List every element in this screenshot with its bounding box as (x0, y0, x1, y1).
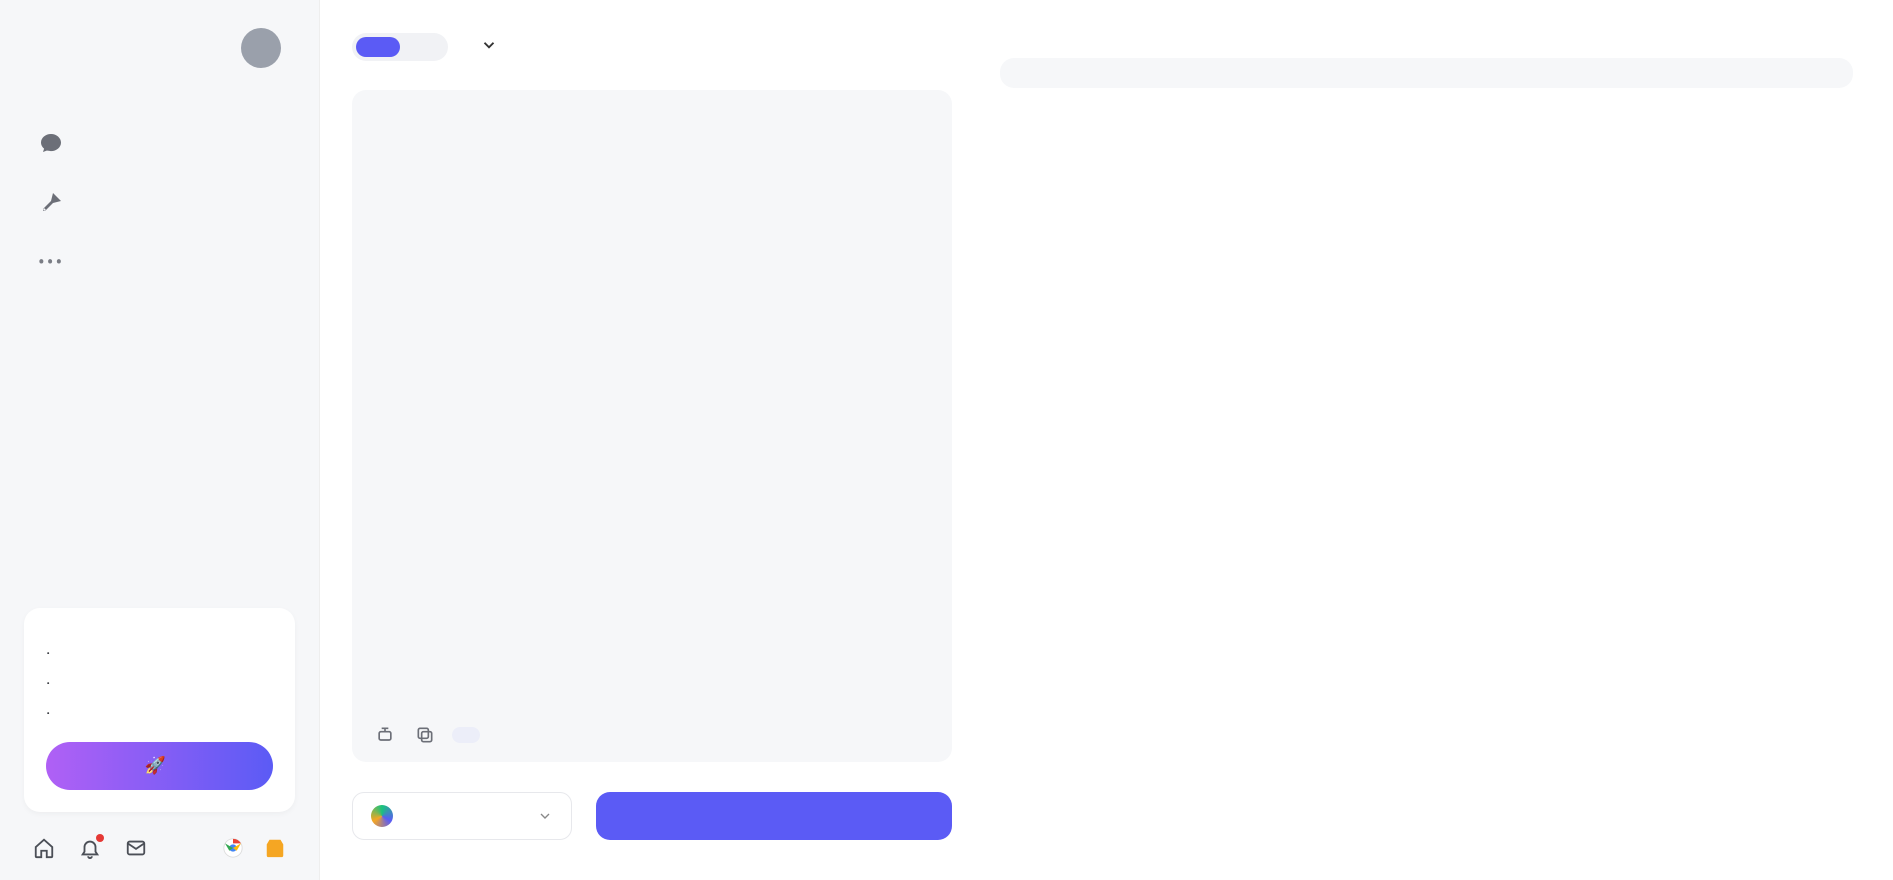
main-area (320, 0, 1893, 880)
chrome-icon[interactable] (221, 836, 245, 860)
sidebar-item-more[interactable]: ••• (24, 236, 295, 288)
copy-icon[interactable] (412, 722, 438, 748)
sidebar-nav: ••• (24, 116, 295, 288)
sidebar: ••• 🚀 (0, 0, 320, 880)
lang-english-button[interactable] (356, 37, 400, 57)
result-column (1000, 28, 1853, 840)
promo-item (46, 704, 273, 724)
input-footer (372, 722, 932, 748)
editor-column (352, 28, 952, 840)
subscribe-button[interactable]: 🚀 (46, 742, 273, 790)
pen-icon (38, 190, 64, 216)
mail-icon[interactable] (124, 836, 148, 860)
avatar[interactable] (241, 28, 281, 68)
notification-dot (96, 834, 104, 842)
optimize-button[interactable] (596, 792, 952, 840)
sidebar-item-write[interactable] (24, 176, 295, 230)
robot-icon[interactable] (372, 722, 398, 748)
model-select[interactable] (352, 792, 572, 840)
bell-icon[interactable] (78, 836, 102, 860)
language-pill (352, 33, 448, 61)
input-text[interactable] (372, 110, 932, 708)
chat-icon (38, 130, 64, 156)
more-icon: ••• (38, 250, 64, 274)
lang-german-button[interactable] (400, 37, 444, 57)
sidebar-item-chat[interactable] (24, 116, 295, 170)
rocket-icon: 🚀 (145, 756, 166, 776)
fix-error-chip[interactable] (452, 727, 480, 743)
action-row (352, 792, 952, 840)
language-row (352, 28, 952, 66)
openai-icon (371, 805, 393, 827)
bottom-icon-row (24, 836, 295, 860)
home-icon[interactable] (32, 836, 56, 860)
promo-item (46, 644, 273, 664)
promo-item (46, 674, 273, 694)
promo-card: 🚀 (24, 608, 295, 812)
result-card (1000, 58, 1853, 88)
promo-list (46, 644, 273, 724)
box-icon[interactable] (263, 836, 287, 860)
input-card (352, 90, 952, 762)
lang-dropdown-button[interactable] (472, 28, 506, 66)
